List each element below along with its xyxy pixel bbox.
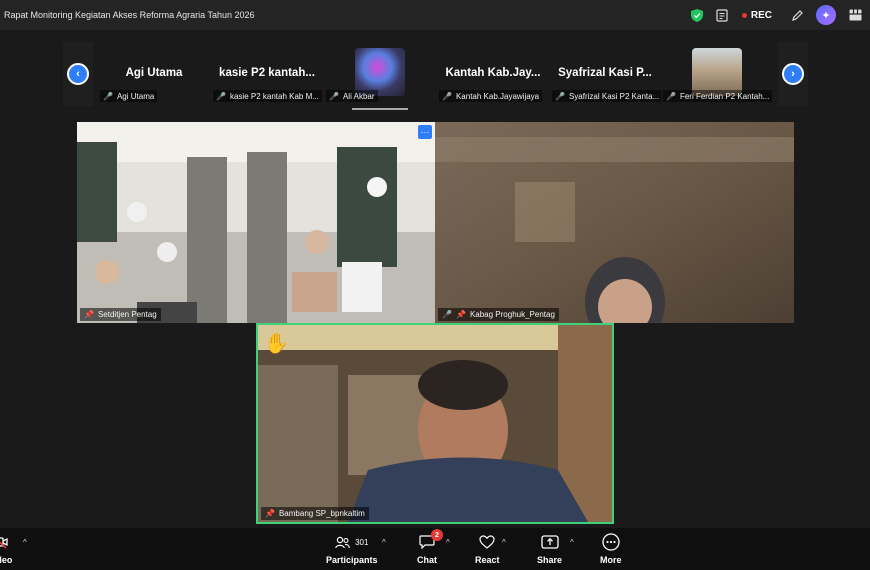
participant-name-large: kasie P2 kantah... [219,67,315,79]
participant-thumb[interactable]: Kantah Kab.Jay... 🎤 Kantah Kab.Jayawijaya [437,42,549,106]
participant-strip: ‹ Agi Utama 🎤 Agi Utama kasie P2 kantah..… [63,42,808,110]
react-label: React [475,555,500,565]
shield-icon[interactable] [684,0,710,30]
chevron-up-icon[interactable]: ^ [446,538,450,547]
video-label: Video [0,555,13,565]
video-off-icon [0,532,9,552]
video-tile-label: 🎤 📌 Kabag Proghuk_Pentag [438,308,559,321]
chat-button[interactable]: 2 Chat [417,529,443,565]
chat-icon: 2 [419,529,443,552]
participant-thumb[interactable]: Agi Utama 🎤 Agi Utama [98,42,210,106]
mic-muted-icon: 🎤 [442,310,452,319]
react-icon [479,532,495,552]
participant-thumb[interactable]: 🎤 Feri Ferdian P2 Kantah... [661,42,773,106]
chevron-right-icon: › [782,63,804,85]
strip-next-button[interactable]: › [778,42,808,106]
react-button[interactable]: React [475,532,500,565]
participant-label: 🎤 Feri Ferdian P2 Kantah... [663,90,773,102]
avatar [692,48,742,96]
participant-label: 🎤 Agi Utama [100,90,158,102]
more-icon [602,532,620,552]
participant-name-large: Agi Utama [125,67,183,79]
meeting-toolbar: Video ^ 301 Participants ^ 2 Chat ^ Reac… [0,528,870,570]
participant-name-large: Syafrizal Kasi P... [558,67,652,79]
recording-indicator[interactable]: REC [741,9,772,21]
recording-dot-icon [741,12,747,18]
chevron-up-icon[interactable]: ^ [570,538,574,547]
ai-companion-icon[interactable]: ✦ [816,5,836,25]
chevron-up-icon[interactable]: ^ [23,538,27,547]
mic-muted-icon: 🎤 [103,91,113,101]
notes-icon[interactable] [710,0,736,30]
participants-label: Participants [326,555,378,565]
layout-icon[interactable] [842,0,868,30]
avatar [355,48,405,96]
participant-label: 🎤 kasie P2 kantah Kab M... [213,90,322,102]
chevron-left-icon: ‹ [67,63,89,85]
mic-muted-icon: 🎤 [216,91,226,101]
pin-icon: 📌 [265,509,275,518]
mic-muted-icon: 🎤 [442,91,452,101]
pin-icon: 📌 [84,310,94,319]
active-indicator [352,108,408,110]
participants-button[interactable]: 301 Participants [326,532,378,565]
chevron-up-icon[interactable]: ^ [382,538,386,547]
pin-icon: 📌 [455,310,466,319]
pen-icon[interactable] [784,0,810,30]
participant-label: 🎤 Syafrizal Kasi P2 Kanta... [552,90,663,102]
video-tile-label: 📌 Setditjen Pentag [80,308,161,321]
participants-count: 301 [355,537,369,547]
participant-thumb[interactable]: 🎤 Ali Akbar [324,42,436,110]
top-right-controls: REC ✦ [684,0,870,30]
share-button[interactable]: Share [537,532,562,565]
video-tile-woman[interactable]: 🎤 📌 Kabag Proghuk_Pentag [435,122,794,323]
participant-thumb[interactable]: kasie P2 kantah... 🎤 kasie P2 kantah Kab … [211,42,323,106]
share-icon [540,532,559,552]
mic-muted-icon: 🎤 [329,91,339,101]
video-tile-room[interactable]: ··· 📌 Setditjen Pentag [77,122,435,323]
chevron-up-icon[interactable]: ^ [502,538,506,547]
mic-muted-icon: 🎤 [666,91,676,101]
woman-video-image [435,122,794,323]
room-video-image [77,122,435,323]
speaker-video-image [258,325,612,522]
chat-badge: 2 [431,529,443,541]
recording-label: REC [750,9,772,21]
more-button[interactable]: More [600,532,622,565]
video-tile-active-speaker[interactable]: ✋ 📌 Bambang SP_bpnkaltim [256,323,614,524]
meeting-title: Rapat Monitoring Kegiatan Akses Reforma … [4,10,255,20]
more-label: More [600,555,622,565]
tile-more-button[interactable]: ··· [418,125,432,139]
video-button[interactable]: Video [0,532,12,565]
participant-name-large: Kantah Kab.Jay... [445,67,541,79]
participants-icon: 301 [335,532,368,552]
mic-muted-icon: 🎤 [555,91,565,101]
chat-label: Chat [417,555,437,565]
raised-hand-icon: ✋ [264,333,289,355]
top-bar: Rapat Monitoring Kegiatan Akses Reforma … [0,0,870,30]
participant-thumb[interactable]: Syafrizal Kasi P... 🎤 Syafrizal Kasi P2 K… [550,42,663,106]
participant-label: 🎤 Ali Akbar [326,90,378,102]
share-label: Share [537,555,563,565]
strip-prev-button[interactable]: ‹ [63,42,93,106]
video-tile-label: 📌 Bambang SP_bpnkaltim [261,507,369,520]
participant-label: 🎤 Kantah Kab.Jayawijaya [439,90,543,102]
